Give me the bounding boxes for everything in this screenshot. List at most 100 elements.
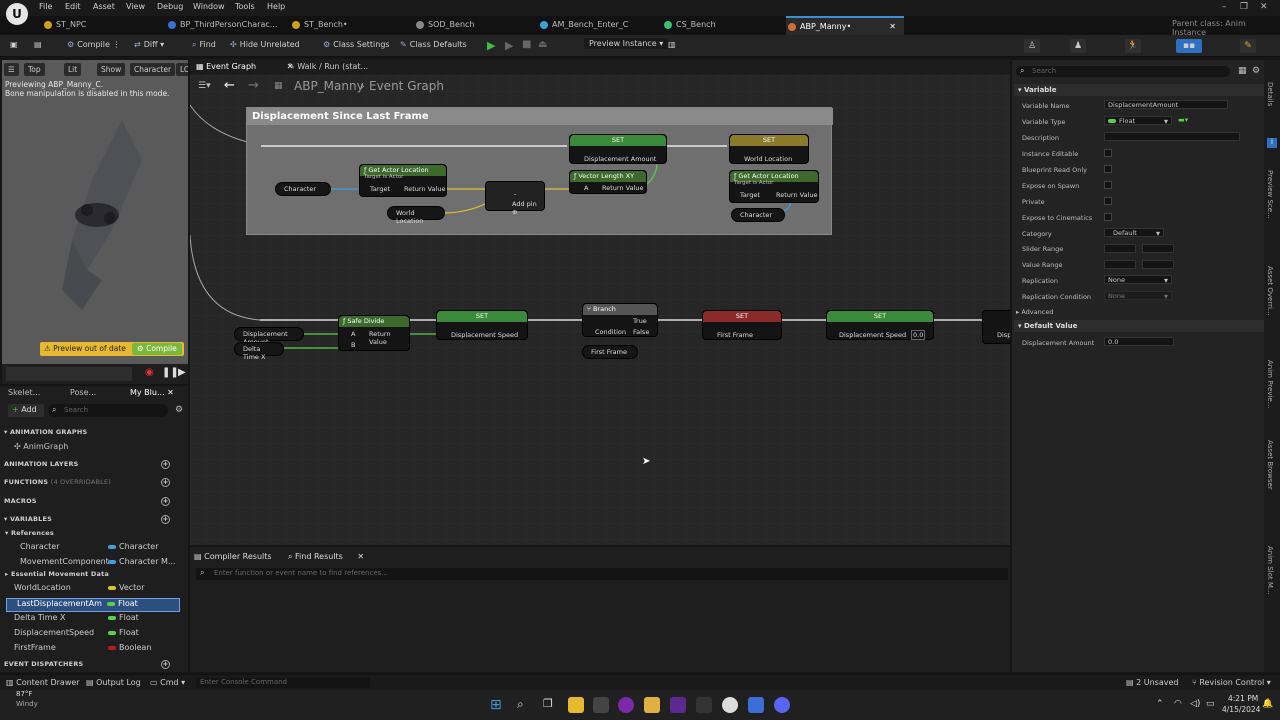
character-button[interactable]: Character bbox=[130, 63, 176, 76]
character-getter-node-2[interactable]: Character bbox=[731, 208, 785, 222]
task-view-icon[interactable]: ❐ bbox=[543, 697, 559, 713]
tab-compiler-results[interactable]: ▤ Compiler Results bbox=[194, 552, 272, 561]
add-dispatcher-icon[interactable]: + bbox=[161, 660, 170, 669]
pin-displ[interactable]: Displ... bbox=[997, 331, 1010, 339]
notification-bell-icon[interactable]: 🔔 bbox=[1262, 699, 1273, 709]
variable-last-displacement[interactable]: LastDisplacementAm Float bbox=[6, 598, 180, 612]
physics-mode-icon[interactable]: ✎ bbox=[1240, 39, 1256, 53]
clock-time[interactable]: 4:21 PM bbox=[1228, 694, 1258, 703]
pin-displacement-amount[interactable]: Displacement Amount bbox=[584, 155, 656, 163]
variable-type-dropdown[interactable]: Float ▾ bbox=[1104, 116, 1172, 126]
side-tab-anim-slot[interactable]: Anim Slot M... bbox=[1266, 546, 1274, 595]
windows-start-icon[interactable]: ⊞ bbox=[490, 697, 506, 713]
comment-box[interactable]: Displacement Since Last Frame Character … bbox=[246, 107, 833, 235]
tab-walk-run[interactable]: ✎ Walk / Run (stat... bbox=[288, 62, 368, 71]
value-min-field[interactable] bbox=[1104, 260, 1136, 269]
find-references-input[interactable]: ⌕ Enter function or event name to find re… bbox=[196, 568, 1008, 580]
first-frame-getter-node[interactable]: First Frame bbox=[582, 345, 638, 359]
get-actor-location-node-2[interactable]: ƒ Get Actor Location Target is Actor Targ… bbox=[729, 170, 819, 203]
slider-max-field[interactable] bbox=[1142, 244, 1174, 253]
class-defaults-button[interactable]: ✎ Class Defaults bbox=[400, 40, 467, 49]
displacement-amount-getter-node[interactable]: Displacement Amount bbox=[234, 327, 304, 346]
variable-movement-component[interactable]: MovementComponent Character M... bbox=[20, 557, 180, 571]
branch-node[interactable]: ⑂ Branch True Condition False bbox=[582, 303, 658, 337]
class-settings-button[interactable]: ⚙ Class Settings bbox=[323, 40, 390, 49]
battery-icon[interactable]: ▭ bbox=[1206, 699, 1215, 709]
play-forward-icon[interactable]: ▶ bbox=[178, 367, 186, 378]
view-lit-button[interactable]: Lit bbox=[64, 63, 82, 76]
preview-viewport[interactable]: ☰ Top Lit Show Character LO Previewing A… bbox=[2, 60, 188, 364]
skeleton-mode-icon[interactable]: ♙ bbox=[1024, 39, 1040, 53]
back-arrow-icon[interactable]: ← bbox=[224, 78, 235, 93]
browse-icon[interactable]: ▤ bbox=[34, 40, 42, 49]
side-tab-asset-browser[interactable]: Asset Browser bbox=[1266, 440, 1274, 490]
vector-length-xy-node[interactable]: ƒ Vector Length XY A Return Value bbox=[569, 170, 647, 194]
category-essential[interactable]: ▸ Essential Movement Data bbox=[5, 570, 109, 578]
pin-target[interactable]: Target bbox=[740, 191, 760, 199]
expose-cinematics-checkbox[interactable] bbox=[1104, 213, 1112, 221]
pin-a[interactable]: A bbox=[351, 330, 355, 338]
app-blue-icon[interactable] bbox=[748, 697, 764, 713]
value-max-field[interactable] bbox=[1142, 260, 1174, 269]
search-input[interactable]: ⌕ Search bbox=[48, 404, 168, 417]
menu-debug[interactable]: Debug bbox=[157, 2, 183, 11]
menu-file[interactable]: File bbox=[39, 2, 52, 11]
slider-min-field[interactable] bbox=[1104, 244, 1136, 253]
revision-control-button[interactable]: ⑂ Revision Control ▾ bbox=[1192, 678, 1271, 687]
cmd-dropdown[interactable]: ▭ Cmd ▾ bbox=[150, 678, 185, 687]
unreal-logo-icon[interactable]: U bbox=[6, 3, 28, 25]
get-actor-location-node[interactable]: ƒ Get Actor Location Target is Actor Targ… bbox=[359, 164, 447, 197]
output-log-button[interactable]: ▤ Output Log bbox=[86, 678, 141, 687]
add-layer-icon[interactable]: + bbox=[161, 460, 170, 469]
info-icon[interactable]: i bbox=[1267, 138, 1277, 148]
replication-condition-dropdown[interactable]: None ▾ bbox=[1104, 291, 1172, 301]
tab-skeleton[interactable]: Skelet... bbox=[8, 388, 40, 397]
viewport-compile-button[interactable]: ⚙ Compile bbox=[132, 343, 182, 355]
pin-true[interactable]: True bbox=[633, 317, 647, 325]
clock-date[interactable]: 4/15/2024 bbox=[1222, 705, 1260, 714]
menu-tools[interactable]: Tools bbox=[235, 2, 255, 11]
pin-b[interactable]: B bbox=[351, 341, 355, 349]
weather-label[interactable]: Windy bbox=[16, 700, 38, 708]
forward-arrow-icon[interactable]: → bbox=[248, 78, 259, 93]
animation-mode-icon[interactable]: 🏃 bbox=[1125, 39, 1141, 53]
add-function-icon[interactable]: + bbox=[161, 478, 170, 487]
section-macros[interactable]: MACROS + bbox=[4, 497, 180, 506]
close-tab-icon[interactable]: ✕ bbox=[889, 18, 896, 35]
menu-asset[interactable]: Asset bbox=[93, 2, 115, 11]
expose-on-spawn-checkbox[interactable] bbox=[1104, 181, 1112, 189]
mesh-mode-icon[interactable]: ♟ bbox=[1070, 39, 1086, 53]
tab-sod-bench[interactable]: SOD_Bench bbox=[414, 16, 534, 35]
console-input[interactable]: Enter Console Command bbox=[196, 678, 370, 688]
instance-editable-checkbox[interactable] bbox=[1104, 149, 1112, 157]
character-getter-node[interactable]: Character bbox=[275, 182, 331, 196]
menu-window[interactable]: Window bbox=[193, 2, 225, 11]
breadcrumb-blueprint[interactable]: ABP_Manny bbox=[294, 79, 364, 93]
safe-divide-node[interactable]: ƒ Safe Divide A Return Value B bbox=[338, 315, 410, 351]
section-default-value[interactable]: ▾ Default Value bbox=[1014, 320, 1264, 332]
weather-temp[interactable]: 87°F bbox=[16, 690, 32, 698]
pin-return-value[interactable]: Return Value bbox=[369, 330, 409, 346]
graph-menu-icon[interactable]: ☰▾ bbox=[198, 81, 211, 91]
category-references[interactable]: ▾ References bbox=[5, 529, 54, 537]
pin-target[interactable]: Target bbox=[370, 185, 390, 193]
side-tab-anim-preview[interactable]: Anim Previe... bbox=[1266, 360, 1274, 408]
save-icon[interactable]: ▣ bbox=[10, 40, 18, 49]
file-explorer-icon[interactable] bbox=[644, 697, 660, 713]
viewport-menu-icon[interactable]: ☰ bbox=[4, 63, 19, 76]
tray-chevron-icon[interactable]: ⌃ bbox=[1156, 699, 1164, 709]
table-view-icon[interactable]: ▦ bbox=[1238, 66, 1247, 76]
settings-gear-icon[interactable]: ⚙ bbox=[1252, 66, 1260, 76]
set-displacement-speed-node-2[interactable]: SET Displacement Speed 0.0 bbox=[826, 310, 934, 340]
tab-bp-thirdperson[interactable]: BP_ThirdPersonCharac... bbox=[166, 16, 286, 35]
breadcrumb-graph[interactable]: Event Graph bbox=[369, 79, 444, 93]
unreal-engine-icon[interactable] bbox=[722, 697, 738, 713]
variable-first-frame[interactable]: FirstFrame Boolean bbox=[14, 643, 180, 657]
add-macro-icon[interactable]: + bbox=[161, 497, 170, 506]
set-world-location-node[interactable]: SET World Location bbox=[729, 134, 809, 164]
preview-instance-dropdown[interactable]: Preview Instance ▾ bbox=[584, 38, 669, 49]
tab-my-blueprint[interactable]: My Blu... ✕ bbox=[130, 388, 174, 397]
default-value-field[interactable]: 0.0 bbox=[911, 330, 926, 340]
set-displacement-amount-node[interactable]: SET Displacement Amount bbox=[569, 134, 667, 164]
section-functions[interactable]: FUNCTIONS (4 OVERRIDABLE) + bbox=[4, 478, 180, 487]
